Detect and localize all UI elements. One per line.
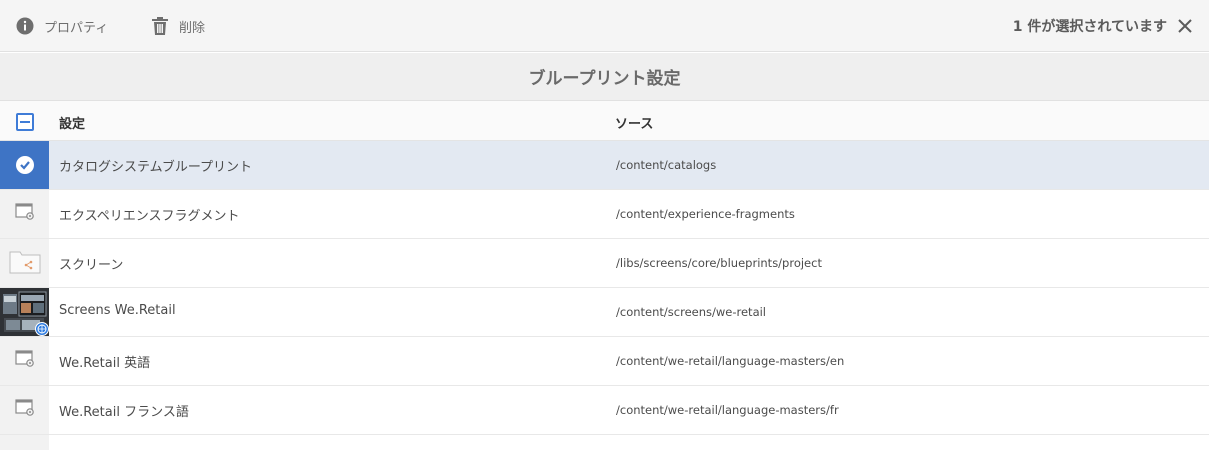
- row-title: カタログシステムブループリント: [59, 160, 253, 175]
- row-thumbnail[interactable]: [0, 435, 49, 450]
- delete-button[interactable]: 削除: [151, 0, 205, 52]
- title-bar: ブループリント設定: [0, 53, 1209, 101]
- trash-icon: [151, 16, 169, 36]
- row-source: /content/catalogs: [616, 158, 717, 172]
- row-source: /libs/screens/core/blueprints/project: [616, 256, 822, 270]
- close-icon[interactable]: [1177, 18, 1193, 34]
- row-thumbnail[interactable]: [0, 190, 49, 238]
- folder-share-icon: [9, 248, 41, 278]
- row-title: スクリーン: [59, 258, 124, 273]
- page-gear-icon: [14, 399, 35, 421]
- checkmark-circle-icon: [15, 156, 34, 174]
- page-gear-icon: [14, 350, 35, 372]
- select-all-checkbox[interactable]: [16, 113, 34, 131]
- table-header: 設定 ソース: [0, 101, 1209, 141]
- column-header-source[interactable]: ソース: [615, 113, 653, 132]
- row-title: Screens We.Retail: [59, 303, 176, 318]
- table-row[interactable]: Screens We.Retail /content/screens/we-re…: [0, 288, 1209, 337]
- selection-count: 1 件が選択されています: [1012, 19, 1167, 35]
- row-title: We.Retail 英語: [59, 356, 151, 371]
- column-header-setting[interactable]: 設定: [59, 113, 85, 132]
- table-row[interactable]: We.Retail フランス語 /content/we-retail/langu…: [0, 386, 1209, 435]
- table-row[interactable]: スクリーン /libs/screens/core/blueprints/proj…: [0, 239, 1209, 288]
- row-thumbnail[interactable]: [0, 239, 49, 287]
- page-title: ブループリント設定: [528, 69, 681, 89]
- row-source: /content/we-retail/language-masters/en: [616, 354, 845, 368]
- page-gear-icon: [14, 203, 35, 225]
- table-row[interactable]: カタログシステムブループリント /content/catalogs: [0, 141, 1209, 190]
- table-row[interactable]: エクスペリエンスフラグメント /content/experience-fragm…: [0, 190, 1209, 239]
- properties-label: プロパティ: [44, 20, 109, 36]
- row-source: /content/we-retail/language-masters/fr: [616, 403, 839, 417]
- row-select-checkbox[interactable]: [0, 141, 49, 189]
- table-row[interactable]: [0, 435, 1209, 450]
- globe-icon: [35, 322, 49, 336]
- row-title: エクスペリエンスフラグメント: [59, 209, 240, 224]
- row-source: /content/experience-fragments: [616, 207, 795, 221]
- delete-label: 削除: [179, 20, 206, 36]
- row-title: We.Retail フランス語: [59, 405, 189, 420]
- row-thumbnail[interactable]: [0, 386, 49, 434]
- row-source: /content/screens/we-retail: [616, 305, 766, 319]
- screens-thumbnail: [0, 288, 49, 336]
- action-bar: プロパティ 削除 1 件が選択されています: [0, 0, 1209, 52]
- row-thumbnail[interactable]: [0, 288, 49, 336]
- info-icon: [16, 17, 34, 35]
- properties-button[interactable]: プロパティ: [16, 0, 108, 52]
- table-row[interactable]: We.Retail 英語 /content/we-retail/language…: [0, 337, 1209, 386]
- row-thumbnail[interactable]: [0, 337, 49, 385]
